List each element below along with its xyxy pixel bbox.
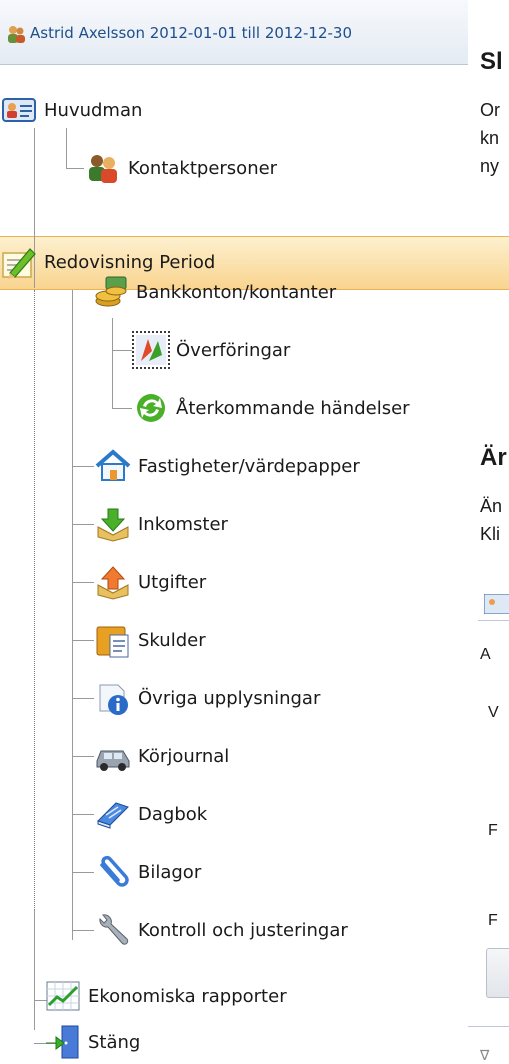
tree-line: [72, 930, 94, 931]
tree-line: [72, 814, 94, 815]
exit-door-icon: [46, 1025, 79, 1059]
tree-item-label: Ekonomiska rapporter: [88, 985, 287, 1007]
section-heading: Sl: [480, 48, 503, 75]
diary-book-icon: [97, 802, 129, 829]
house-icon: [95, 449, 131, 481]
tree-item-label: Redovisning Period: [44, 251, 216, 273]
expense-icon: [97, 566, 129, 600]
section-text: ny: [480, 156, 500, 176]
panel-button[interactable]: [486, 948, 509, 998]
transfer-icon: [132, 331, 170, 369]
section-text: Kli: [480, 524, 501, 544]
income-icon: [97, 508, 129, 542]
tree-item-skulder[interactable]: Skulder: [94, 620, 206, 660]
coins-icon: [95, 276, 127, 307]
tree-line: [72, 582, 94, 583]
tree-item-korjournal[interactable]: Körjournal: [94, 736, 229, 776]
edit-note-icon: [2, 248, 36, 279]
scroll-indicator-icon: ∇: [480, 1048, 490, 1064]
form-row-label: A: [480, 646, 491, 663]
section-heading: Är: [480, 444, 507, 471]
tree-item-ekonomiska-rapporter[interactable]: Ekonomiska rapporter: [44, 976, 287, 1016]
tree-item-label: Stäng: [88, 1031, 141, 1053]
tree-item-aterkommande[interactable]: Återkommande händelser: [132, 388, 410, 428]
tree-line: [72, 872, 94, 873]
tree-item-label: Huvudman: [44, 99, 143, 121]
divider: [468, 1026, 509, 1027]
tree-line: [112, 318, 113, 408]
info-document-icon: [99, 684, 128, 715]
recurring-icon: [137, 394, 165, 422]
tree-item-utgifter[interactable]: Utgifter: [94, 562, 206, 602]
tree-line: [34, 910, 35, 1030]
form-row-label: V: [488, 704, 499, 721]
window-title: Astrid Axelsson 2012-01-01 till 2012-12-…: [30, 24, 353, 42]
tree-line: [112, 350, 132, 351]
tree-item-dagbok[interactable]: Dagbok: [94, 794, 207, 834]
tree-item-huvudman[interactable]: Huvudman: [0, 90, 142, 130]
tree-line: [72, 756, 94, 757]
tree-item-label: Överföringar: [176, 339, 291, 361]
tree-item-overforingar[interactable]: Överföringar: [132, 330, 290, 370]
user-card-icon: [484, 594, 509, 614]
tree-item-kontroll[interactable]: Kontroll och justeringar: [94, 910, 348, 950]
debt-folder-icon: [96, 626, 129, 658]
tree-item-label: Inkomster: [138, 513, 228, 535]
car-icon: [96, 750, 130, 771]
tree-line: [72, 466, 94, 467]
divider: [478, 620, 509, 621]
tree-item-label: Fastigheter/värdepapper: [138, 455, 360, 477]
tree-item-label: Körjournal: [138, 745, 230, 767]
section-text: Or: [480, 100, 500, 120]
paperclip-icon: [100, 855, 129, 887]
tree-line: [66, 168, 84, 169]
tree-item-label: Övriga upplysningar: [138, 687, 321, 709]
tree-line: [72, 698, 94, 699]
content-panel: Sl Or kn ny Är Än Kli A V F F ∇: [468, 0, 509, 1064]
tree-item-label: Bankkonton/kontanter: [136, 281, 337, 303]
users-icon: [8, 26, 25, 43]
tree-line: [72, 640, 94, 641]
id-card-icon: [2, 98, 36, 122]
tree-line: [112, 408, 132, 409]
tree-item-kontaktpersoner[interactable]: Kontaktpersoner: [84, 148, 277, 188]
tree-item-inkomster[interactable]: Inkomster: [94, 504, 228, 544]
tree-item-label: Återkommande händelser: [176, 397, 410, 419]
title-bar: Astrid Axelsson 2012-01-01 till 2012-12-…: [0, 0, 468, 65]
chart-report-icon: [46, 981, 80, 1011]
form-row-label: F: [488, 912, 498, 929]
tree-item-label: Dagbok: [138, 803, 208, 825]
tree-item-label: Kontaktpersoner: [128, 157, 278, 179]
tree-item-bankkonton[interactable]: Bankkonton/kontanter: [92, 272, 336, 312]
tree-line: [72, 524, 94, 525]
form-row-label: F: [488, 822, 498, 839]
tree-item-label: Utgifter: [138, 571, 207, 593]
tree-line: [66, 128, 67, 168]
tree-item-ovriga-upplysningar[interactable]: Övriga upplysningar: [94, 678, 320, 718]
contacts-icon: [89, 155, 117, 183]
tree-item-label: Skulder: [138, 629, 206, 651]
wrench-icon: [99, 914, 129, 945]
tree-line: [72, 290, 73, 940]
section-text: kn: [480, 128, 500, 148]
tree-item-label: Kontroll och justeringar: [138, 919, 348, 941]
tree-item-stang[interactable]: Stäng: [44, 1022, 140, 1062]
tree-item-bilagor[interactable]: Bilagor: [94, 852, 201, 892]
tree-item-label: Bilagor: [138, 861, 202, 883]
tree-item-fastigheter[interactable]: Fastigheter/värdepapper: [94, 446, 360, 486]
tree-line-dotted: [34, 290, 35, 910]
section-text: Än: [480, 496, 503, 516]
